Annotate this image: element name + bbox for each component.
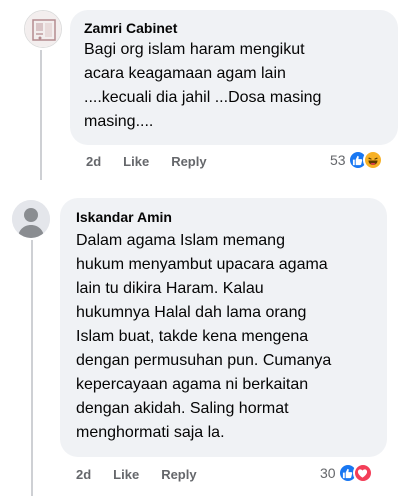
thread-line [40,50,42,180]
reaction-count: 53 [330,152,346,168]
reaction-summary[interactable]: 30 [320,463,373,483]
comment-author[interactable]: Zamri Cabinet [84,19,384,37]
haha-icon [362,150,383,170]
thread-line [31,240,33,496]
avatar[interactable] [24,10,62,48]
reaction-summary[interactable]: 53 [330,150,383,170]
comment-text: Dalam agama Islam memang hukum menyambut… [76,232,332,441]
comment-text: Bagi org islam haram mengikut acara keag… [84,41,322,130]
comment-time[interactable]: 2d [86,154,101,169]
comment-bubble: Iskandar Amin Dalam agama Islam memang h… [60,198,387,457]
like-button[interactable]: Like [123,154,149,169]
reply-button[interactable]: Reply [171,154,206,169]
comment-time[interactable]: 2d [76,467,91,482]
like-button[interactable]: Like [113,467,139,482]
avatar[interactable] [12,200,50,238]
comment-bubble: Zamri Cabinet Bagi org islam haram mengi… [70,10,398,145]
comment-actions: 2d Like Reply [86,154,207,169]
love-icon [352,463,373,483]
reaction-count: 30 [320,465,336,481]
reply-button[interactable]: Reply [161,467,196,482]
comment-actions: 2d Like Reply [76,467,197,482]
comment-author[interactable]: Iskandar Amin [76,208,373,226]
